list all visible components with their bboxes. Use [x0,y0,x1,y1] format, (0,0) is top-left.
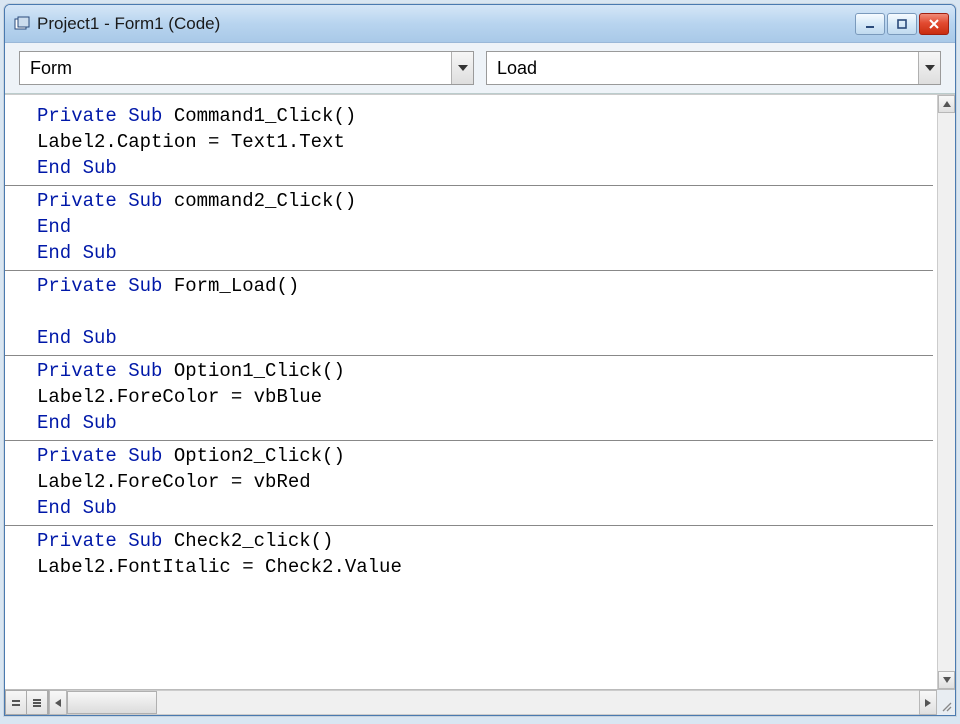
horizontal-scrollbar[interactable] [49,690,937,715]
bottom-bar [5,689,955,715]
chevron-down-icon [918,52,940,84]
full-module-icon [31,697,43,709]
procedure-combo-text: Load [487,58,918,79]
scroll-up-button[interactable] [938,95,955,113]
code-line[interactable]: Private Sub command2_Click() [37,188,933,214]
code-line[interactable]: End Sub [37,410,933,436]
code-line[interactable]: Private Sub Command1_Click() [37,103,933,129]
size-grip[interactable] [937,690,955,715]
procedure-block: Private Sub Option1_Click()Label2.ForeCo… [5,356,933,441]
code-line[interactable]: Label2.Caption = Text1.Text [37,129,933,155]
code-line[interactable]: Private Sub Option2_Click() [37,443,933,469]
procedure-block: Private Sub command2_Click()EndEnd Sub [5,186,933,271]
scroll-right-button[interactable] [919,690,937,715]
resize-grip-icon [941,701,953,713]
titlebar[interactable]: Project1 - Form1 (Code) [5,5,955,43]
procedure-block: Private Sub Form_Load() End Sub [5,271,933,356]
code-line[interactable]: Private Sub Option1_Click() [37,358,933,384]
procedure-view-button[interactable] [5,690,27,715]
procedure-block: Private Sub Command1_Click()Label2.Capti… [5,101,933,186]
app-icon [13,15,31,33]
code-line[interactable]: Label2.FontItalic = Check2.Value [37,554,933,580]
close-icon [928,18,940,30]
object-combo-text: Form [20,58,451,79]
maximize-button[interactable] [887,13,917,35]
hscroll-track[interactable] [67,690,919,715]
scroll-left-button[interactable] [49,690,67,715]
selector-bar: Form Load [5,43,955,94]
scrollbar-track[interactable] [938,113,955,671]
code-line[interactable] [37,299,933,325]
code-line[interactable]: End Sub [37,155,933,181]
maximize-icon [896,18,908,30]
window-title: Project1 - Form1 (Code) [37,14,855,34]
view-mode-buttons [5,690,49,715]
procedure-block: Private Sub Option2_Click()Label2.ForeCo… [5,441,933,526]
chevron-down-icon [943,677,951,683]
code-line[interactable]: Private Sub Check2_click() [37,528,933,554]
hscroll-thumb[interactable] [67,691,157,714]
chevron-up-icon [943,101,951,107]
procedure-block: Private Sub Check2_click()Label2.FontIta… [5,526,933,584]
code-editor[interactable]: Private Sub Command1_Click()Label2.Capti… [5,95,937,689]
vertical-scrollbar[interactable] [937,95,955,689]
code-line[interactable]: Label2.ForeColor = vbRed [37,469,933,495]
object-combo[interactable]: Form [19,51,474,85]
chevron-left-icon [55,699,61,707]
full-module-view-button[interactable] [26,690,48,715]
editor-wrap: Private Sub Command1_Click()Label2.Capti… [5,94,955,689]
minimize-button[interactable] [855,13,885,35]
code-line[interactable]: Private Sub Form_Load() [37,273,933,299]
code-line[interactable]: End Sub [37,240,933,266]
chevron-down-icon [451,52,473,84]
window-controls [855,13,949,35]
close-button[interactable] [919,13,949,35]
chevron-right-icon [925,699,931,707]
code-line[interactable]: End Sub [37,495,933,521]
code-line[interactable]: Label2.ForeColor = vbBlue [37,384,933,410]
code-line[interactable]: End [37,214,933,240]
single-proc-icon [10,697,22,709]
code-line[interactable]: End Sub [37,325,933,351]
procedure-combo[interactable]: Load [486,51,941,85]
minimize-icon [864,18,876,30]
scroll-down-button[interactable] [938,671,955,689]
code-window: Project1 - Form1 (Code) Form Load [4,4,956,716]
